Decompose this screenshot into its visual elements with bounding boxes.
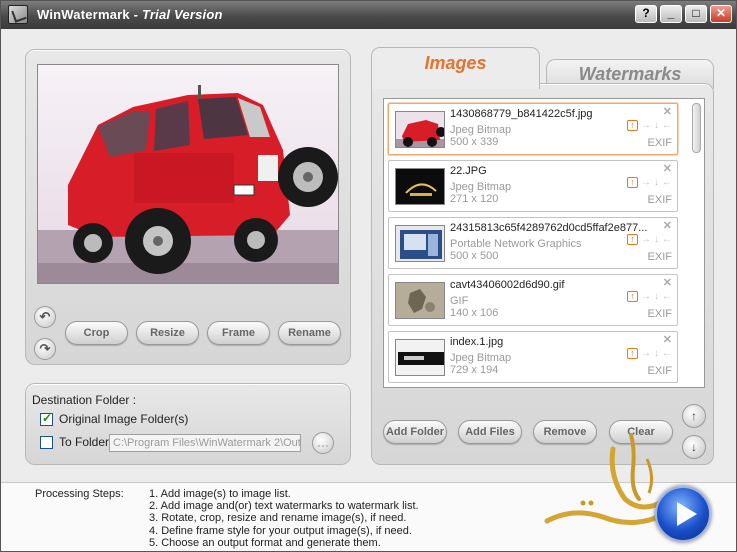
- browse-folder-button[interactable]: …: [312, 432, 334, 454]
- move-down-icon[interactable]: ↓: [654, 120, 659, 131]
- image-name: 1430868779_b841422c5f.jpg: [450, 108, 593, 120]
- image-size: 271 x 120: [450, 193, 499, 205]
- preview-panel: ↶ ↷ Crop Resize Frame Rename: [25, 49, 351, 365]
- step-item: 3. Rotate, crop, resize and rename image…: [149, 512, 407, 525]
- move-top-icon[interactable]: ↑: [627, 348, 638, 359]
- move-down-icon[interactable]: ↓: [654, 234, 659, 245]
- image-size: 729 x 194: [450, 364, 499, 376]
- rotate-left-button[interactable]: ↶: [34, 306, 56, 328]
- thumbnail: [395, 282, 445, 319]
- step-item: 5. Choose an output format and generate …: [149, 536, 381, 549]
- move-top-icon[interactable]: ↑: [627, 177, 638, 188]
- move-top-icon[interactable]: ↑: [627, 291, 638, 302]
- move-down-icon[interactable]: ↓: [654, 177, 659, 188]
- list-item[interactable]: 22.JPG Jpeg Bitmap 271 x 120 ✕ ↑ → ↓ ← E…: [388, 160, 678, 212]
- remove-item-icon[interactable]: ✕: [663, 162, 672, 175]
- step-item: 2. Add image and(or) text watermarks to …: [149, 500, 419, 513]
- move-top-icon[interactable]: ↑: [627, 120, 638, 131]
- move-down-icon[interactable]: ↓: [654, 348, 659, 359]
- image-size: 140 x 106: [450, 307, 499, 319]
- maximize-button[interactable]: □: [685, 5, 707, 23]
- title-suffix: - Trial Version: [129, 7, 223, 22]
- original-folder-checkbox[interactable]: [40, 411, 53, 426]
- move-down-icon[interactable]: ↓: [654, 291, 659, 302]
- image-name: 22.JPG: [450, 165, 487, 177]
- frame-button[interactable]: Frame: [207, 321, 270, 345]
- move-right-icon[interactable]: →: [641, 348, 651, 359]
- image-name: index.1.jpg: [450, 336, 504, 348]
- image-size: 500 x 339: [450, 136, 499, 148]
- thumbnail: [395, 339, 445, 376]
- close-button[interactable]: ✕: [710, 5, 732, 23]
- image-list[interactable]: 1430868779_b841422c5f.jpg Jpeg Bitmap 50…: [383, 98, 705, 388]
- list-item[interactable]: 24315813c65f4289762d0cd5ffaf2e877... Por…: [388, 217, 678, 269]
- help-button[interactable]: ?: [635, 5, 657, 23]
- list-item[interactable]: cavt43406002d6d90.gif GIF 140 x 106 ✕ ↑ …: [388, 274, 678, 326]
- image-name: cavt43406002d6d90.gif: [450, 279, 565, 291]
- destination-panel: Destination Folder : Original Image Fold…: [25, 383, 351, 465]
- processing-steps-title: Processing Steps:: [35, 488, 124, 500]
- car-photo: [38, 65, 338, 283]
- title-bar[interactable]: WinWatermark - Trial Version ? _ □ ✕: [1, 1, 736, 29]
- step-item: 4. Define frame style for your output im…: [149, 524, 412, 537]
- folder-path-input[interactable]: C:\Program Files\WinWatermark 2\Out: [109, 434, 301, 452]
- image-type: Jpeg Bitmap: [450, 352, 512, 364]
- thumbnail: [395, 225, 445, 262]
- move-right-icon[interactable]: →: [641, 120, 651, 131]
- exif-label[interactable]: EXIF: [648, 365, 672, 377]
- list-scrollbar[interactable]: [692, 103, 701, 153]
- app-icon: [8, 5, 28, 24]
- list-item[interactable]: 1430868779_b841422c5f.jpg Jpeg Bitmap 50…: [388, 103, 678, 155]
- list-item[interactable]: index.1.jpg Jpeg Bitmap 729 x 194 ✕ ↑ → …: [388, 331, 678, 383]
- remove-item-icon[interactable]: ✕: [663, 276, 672, 289]
- window-title: WinWatermark - Trial Version: [37, 7, 223, 22]
- to-folder-label: To Folder: [59, 435, 110, 449]
- images-panel: 1430868779_b841422c5f.jpg Jpeg Bitmap 50…: [371, 83, 714, 465]
- move-right-icon[interactable]: →: [641, 234, 651, 245]
- destination-title: Destination Folder :: [32, 393, 137, 407]
- processing-steps-list: 1. Add image(s) to image list. 2. Add im…: [149, 488, 419, 549]
- move-up-button[interactable]: ↑: [682, 404, 706, 428]
- image-preview: [37, 64, 339, 284]
- exif-label[interactable]: EXIF: [648, 194, 672, 206]
- exif-label[interactable]: EXIF: [648, 137, 672, 149]
- crop-button[interactable]: Crop: [65, 321, 128, 345]
- image-type: GIF: [450, 295, 469, 307]
- move-left-icon[interactable]: ←: [662, 348, 672, 359]
- move-top-icon[interactable]: ↑: [627, 234, 638, 245]
- image-type: Portable Network Graphics: [450, 238, 582, 250]
- tab-images[interactable]: Images: [371, 47, 540, 89]
- thumbnail: [395, 168, 445, 205]
- app-name: WinWatermark: [37, 7, 130, 22]
- to-folder-checkbox[interactable]: [40, 436, 53, 449]
- add-folder-button[interactable]: Add Folder: [383, 420, 447, 444]
- generate-play-button[interactable]: [655, 486, 711, 542]
- image-type: Jpeg Bitmap: [450, 181, 512, 193]
- thumbnail: [395, 111, 445, 148]
- original-folder-label: Original Image Folder(s): [59, 412, 189, 426]
- resize-button[interactable]: Resize: [136, 321, 199, 345]
- rename-button[interactable]: Rename: [278, 321, 341, 345]
- remove-item-icon[interactable]: ✕: [663, 219, 672, 232]
- move-left-icon[interactable]: ←: [662, 177, 672, 188]
- step-item: 1. Add image(s) to image list.: [149, 488, 291, 500]
- exif-label[interactable]: EXIF: [648, 251, 672, 263]
- move-left-icon[interactable]: ←: [662, 234, 672, 245]
- exif-label[interactable]: EXIF: [648, 308, 672, 320]
- move-right-icon[interactable]: →: [641, 177, 651, 188]
- move-left-icon[interactable]: ←: [662, 120, 672, 131]
- image-size: 500 x 500: [450, 250, 499, 262]
- image-type: Jpeg Bitmap: [450, 124, 512, 136]
- rotate-right-button[interactable]: ↷: [34, 338, 56, 360]
- move-right-icon[interactable]: →: [641, 291, 651, 302]
- add-files-button[interactable]: Add Files: [458, 420, 522, 444]
- main-window: WinWatermark - Trial Version ? _ □ ✕ ↶ ↷…: [0, 0, 737, 552]
- remove-item-icon[interactable]: ✕: [663, 105, 672, 118]
- move-left-icon[interactable]: ←: [662, 291, 672, 302]
- minimize-button[interactable]: _: [660, 5, 682, 23]
- image-name: 24315813c65f4289762d0cd5ffaf2e877...: [450, 222, 648, 234]
- remove-item-icon[interactable]: ✕: [663, 333, 672, 346]
